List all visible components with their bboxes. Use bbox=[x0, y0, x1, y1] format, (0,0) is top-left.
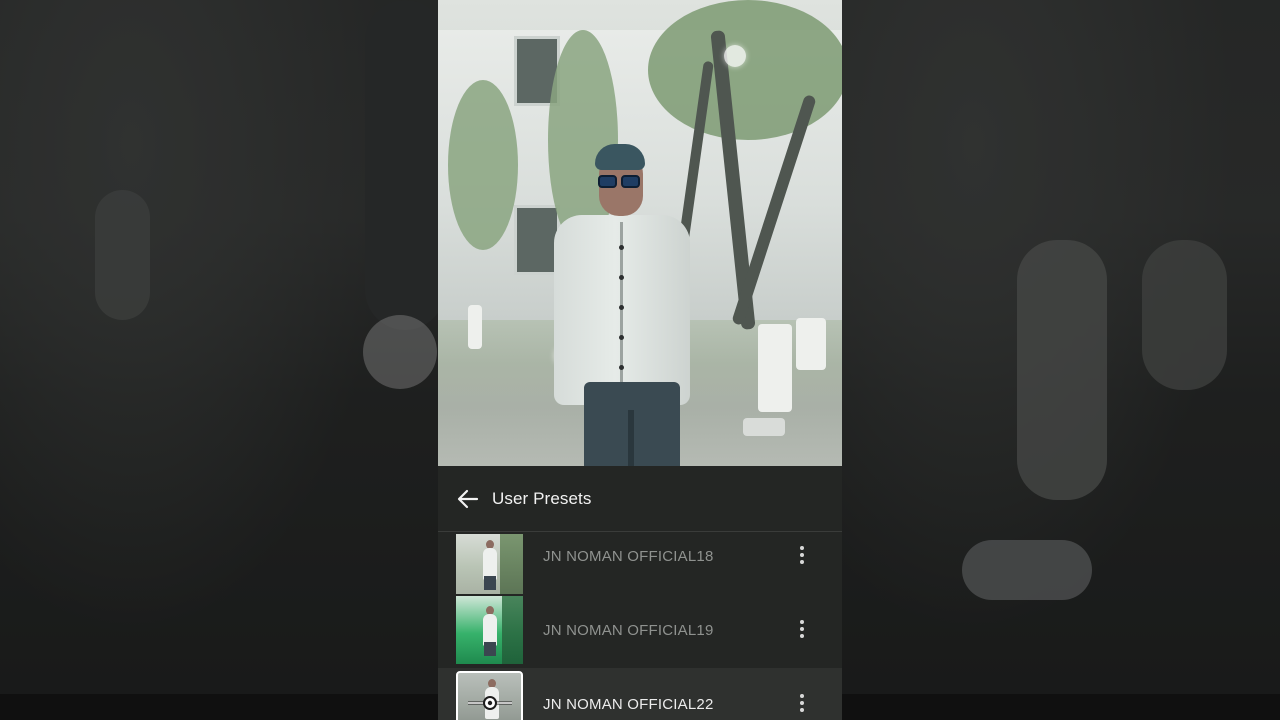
user-presets-panel: User Presets JN NOMAN OFFICIAL18 JN NOMA… bbox=[438, 466, 842, 720]
arrow-left-icon[interactable] bbox=[456, 488, 480, 510]
preset-thumbnail bbox=[456, 671, 523, 720]
preset-row[interactable]: JN NOMAN OFFICIAL18 bbox=[438, 522, 842, 596]
preset-row-selected[interactable]: JN NOMAN OFFICIAL22 bbox=[438, 668, 842, 720]
adjust-slider-icon bbox=[468, 696, 512, 710]
preset-row[interactable]: JN NOMAN OFFICIAL19 bbox=[438, 596, 842, 670]
touch-indicator bbox=[363, 315, 437, 389]
preset-name: JN NOMAN OFFICIAL22 bbox=[543, 696, 714, 713]
letterbox-bottom-right bbox=[842, 694, 1280, 720]
more-vertical-icon[interactable] bbox=[793, 692, 811, 714]
preset-thumbnail bbox=[456, 534, 523, 594]
more-vertical-icon[interactable] bbox=[793, 618, 811, 640]
blurred-backdrop-right bbox=[842, 0, 1280, 720]
phone-screen: User Presets JN NOMAN OFFICIAL18 JN NOMA… bbox=[438, 0, 842, 720]
photo-preview bbox=[438, 0, 842, 466]
panel-title: User Presets bbox=[492, 489, 592, 508]
blurred-backdrop-left bbox=[0, 0, 438, 720]
preset-thumbnail bbox=[456, 596, 523, 664]
preset-name: JN NOMAN OFFICIAL18 bbox=[543, 548, 714, 565]
sunglasses bbox=[598, 175, 642, 188]
flare-dot bbox=[724, 45, 746, 67]
preset-name: JN NOMAN OFFICIAL19 bbox=[543, 622, 714, 639]
more-vertical-icon[interactable] bbox=[793, 544, 811, 566]
letterbox-bottom-left bbox=[0, 694, 438, 720]
